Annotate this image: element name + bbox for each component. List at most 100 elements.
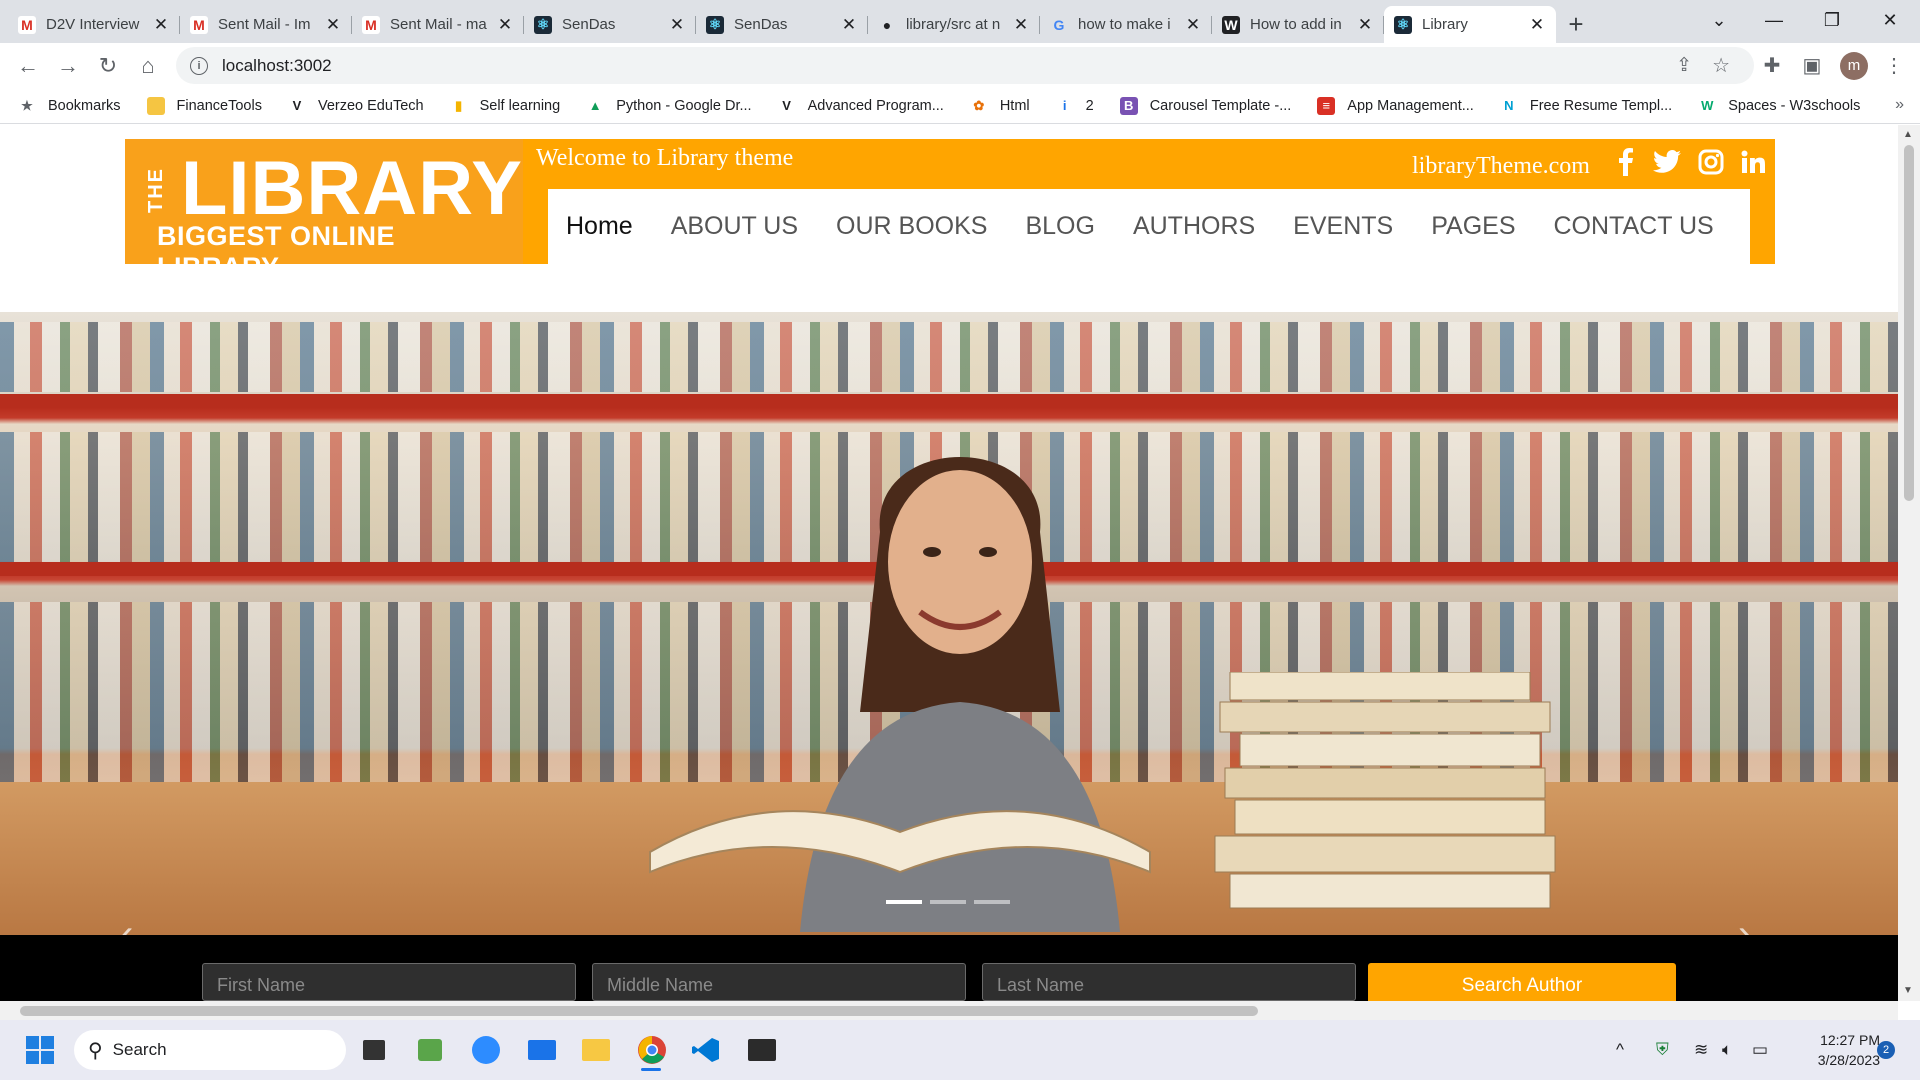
wifi-icon[interactable]: ≋	[1694, 1040, 1708, 1060]
close-tab-icon[interactable]: ✕	[152, 15, 170, 35]
address-bar[interactable]: i localhost:3002 ⇪ ☆	[176, 47, 1754, 84]
security-icon[interactable]: ⛨	[1656, 1040, 1669, 1060]
horizontal-scrollbar[interactable]	[0, 1001, 1898, 1020]
bookmark-item[interactable]: ▲ Python - Google Dr...	[586, 97, 752, 115]
vscode-app-icon[interactable]	[690, 1034, 722, 1066]
instagram-icon[interactable]	[1696, 147, 1726, 177]
nav-item-home[interactable]: Home	[566, 212, 633, 241]
battery-icon[interactable]: ▭	[1752, 1040, 1768, 1060]
zoom-app-icon[interactable]	[470, 1034, 502, 1066]
close-tab-icon[interactable]: ✕	[324, 15, 342, 35]
tab-7[interactable]: Ghow to make i ✕	[1040, 6, 1212, 43]
bookmark-star-icon[interactable]: ☆	[1712, 53, 1730, 78]
bookmark-item[interactable]: FinanceTools	[146, 96, 262, 115]
twitter-icon[interactable]	[1652, 147, 1682, 177]
site-domain[interactable]: libraryTheme.com	[1412, 153, 1590, 180]
close-tab-icon[interactable]: ✕	[840, 15, 858, 35]
last-name-input[interactable]: Last Name	[982, 963, 1356, 1001]
nav-item-about-us[interactable]: ABOUT US	[671, 212, 798, 241]
bookmark-label: Self learning	[479, 97, 561, 114]
close-tab-icon[interactable]: ✕	[1012, 15, 1030, 35]
site-logo[interactable]: THE LIBRARY BIGGEST ONLINE LIBRARY	[125, 139, 523, 282]
notification-badge[interactable]: 2	[1877, 1041, 1895, 1059]
new-tab-button[interactable]: +	[1556, 6, 1596, 43]
search-author-button[interactable]: Search Author	[1368, 963, 1676, 1001]
tab-2[interactable]: M Sent Mail - Im ✕	[180, 6, 352, 43]
tab-1[interactable]: M D2V Interview ✕	[8, 6, 180, 43]
nav-item-events[interactable]: EVENTS	[1293, 212, 1393, 241]
home-icon[interactable]: ⌂	[128, 46, 168, 86]
bookmark-item[interactable]: N Free Resume Templ...	[1500, 97, 1672, 115]
carousel-indicator-2[interactable]	[930, 900, 966, 904]
restore-icon[interactable]: ❐	[1803, 0, 1861, 40]
close-tab-icon[interactable]: ✕	[668, 15, 686, 35]
widgets-icon[interactable]	[414, 1034, 446, 1066]
chrome-app-icon[interactable]	[636, 1034, 668, 1066]
volume-icon[interactable]: 🔈︎	[1722, 1040, 1732, 1060]
close-tab-icon[interactable]: ✕	[1184, 15, 1202, 35]
terminal-app-icon[interactable]	[746, 1034, 778, 1066]
first-name-input[interactable]: First Name	[202, 963, 576, 1001]
scroll-down-icon[interactable]: ▼	[1903, 985, 1913, 996]
carousel-prev-icon[interactable]: ‹	[120, 912, 133, 935]
nav-item-pages[interactable]: PAGES	[1431, 212, 1515, 241]
back-icon[interactable]: ←	[8, 46, 48, 86]
profile-button[interactable]: m	[1834, 43, 1874, 88]
close-tab-icon[interactable]: ✕	[1356, 15, 1374, 35]
windows-start-icon[interactable]	[24, 1034, 56, 1066]
bookmark-item[interactable]: ≡ App Management...	[1317, 96, 1474, 115]
show-hidden-icons-icon[interactable]: ^	[1616, 1040, 1624, 1060]
folder-icon	[146, 96, 165, 115]
vertical-scroll-thumb[interactable]	[1904, 145, 1914, 501]
nav-item-our-books[interactable]: OUR BOOKS	[836, 212, 987, 241]
tab-5[interactable]: ⚛ SenDas ✕	[696, 6, 868, 43]
tab-8[interactable]: W How to add in ✕	[1212, 6, 1384, 43]
forward-icon[interactable]: →	[48, 46, 88, 86]
middle-name-input[interactable]: Middle Name	[592, 963, 966, 1001]
w3-icon: W	[1701, 98, 1714, 113]
more-menu-icon[interactable]: ⋮	[1874, 43, 1914, 88]
nav-item-blog[interactable]: BLOG	[1025, 212, 1094, 241]
hero-carousel[interactable]: ‹ ›	[0, 312, 1898, 935]
task-view-icon[interactable]	[358, 1034, 390, 1066]
bookmark-item[interactable]: V Advanced Program...	[778, 97, 944, 115]
bookmark-item[interactable]: ✿ Html	[970, 97, 1029, 115]
bookmark-item[interactable]: ★ Bookmarks	[18, 97, 120, 115]
nav-item-contact-us[interactable]: CONTACT US	[1554, 212, 1714, 241]
bookmark-item[interactable]: ▮ Self learning	[450, 97, 561, 115]
tab-6[interactable]: ● library/src at n ✕	[868, 6, 1040, 43]
nav-item-authors[interactable]: AUTHORS	[1133, 212, 1255, 241]
system-clock[interactable]: 12:27 PM 3/28/2023	[1790, 1030, 1880, 1070]
facebook-icon[interactable]	[1610, 147, 1640, 177]
minimize-icon[interactable]: —	[1745, 0, 1803, 40]
close-window-icon[interactable]: ✕	[1861, 0, 1919, 40]
carousel-indicator-1[interactable]	[886, 900, 922, 904]
taskbar-search[interactable]: ⚲ Search	[74, 1030, 346, 1070]
tab-4[interactable]: ⚛ SenDas ✕	[524, 6, 696, 43]
scroll-up-icon[interactable]: ▲	[1903, 129, 1913, 140]
linkedin-icon[interactable]	[1738, 147, 1768, 177]
close-tab-icon[interactable]: ✕	[496, 15, 514, 35]
bookmark-item[interactable]: V Verzeo EduTech	[288, 97, 424, 115]
bookmark-item[interactable]: i2	[1056, 97, 1094, 115]
tab-search-icon[interactable]: ⌄	[1690, 0, 1748, 40]
app-icon: ≡	[1317, 96, 1336, 115]
more-bookmarks-icon[interactable]: »	[1895, 96, 1904, 114]
extensions-icon[interactable]: ✚	[1752, 43, 1792, 88]
react-icon: ⚛	[1394, 15, 1412, 34]
tab-9[interactable]: ⚛ Library ✕	[1384, 6, 1556, 43]
site-info-icon[interactable]: i	[190, 56, 208, 75]
share-icon[interactable]: ⇪	[1676, 54, 1692, 77]
reload-icon[interactable]: ↻	[88, 46, 128, 86]
tab-3[interactable]: M Sent Mail - ma ✕	[352, 6, 524, 43]
bookmark-item[interactable]: W Spaces - W3schools	[1698, 97, 1860, 115]
vertical-scrollbar[interactable]: ▲ ▼	[1898, 125, 1920, 1001]
carousel-indicator-3[interactable]	[974, 900, 1010, 904]
horizontal-scroll-thumb[interactable]	[20, 1006, 1258, 1016]
side-panel-icon[interactable]: ▣	[1792, 43, 1832, 88]
file-explorer-icon[interactable]	[580, 1034, 612, 1066]
carousel-next-icon[interactable]: ›	[1738, 912, 1751, 935]
bookmark-item[interactable]: B Carousel Template -...	[1119, 96, 1291, 115]
mail-app-icon[interactable]	[526, 1034, 558, 1066]
close-tab-icon[interactable]: ✕	[1528, 15, 1546, 35]
